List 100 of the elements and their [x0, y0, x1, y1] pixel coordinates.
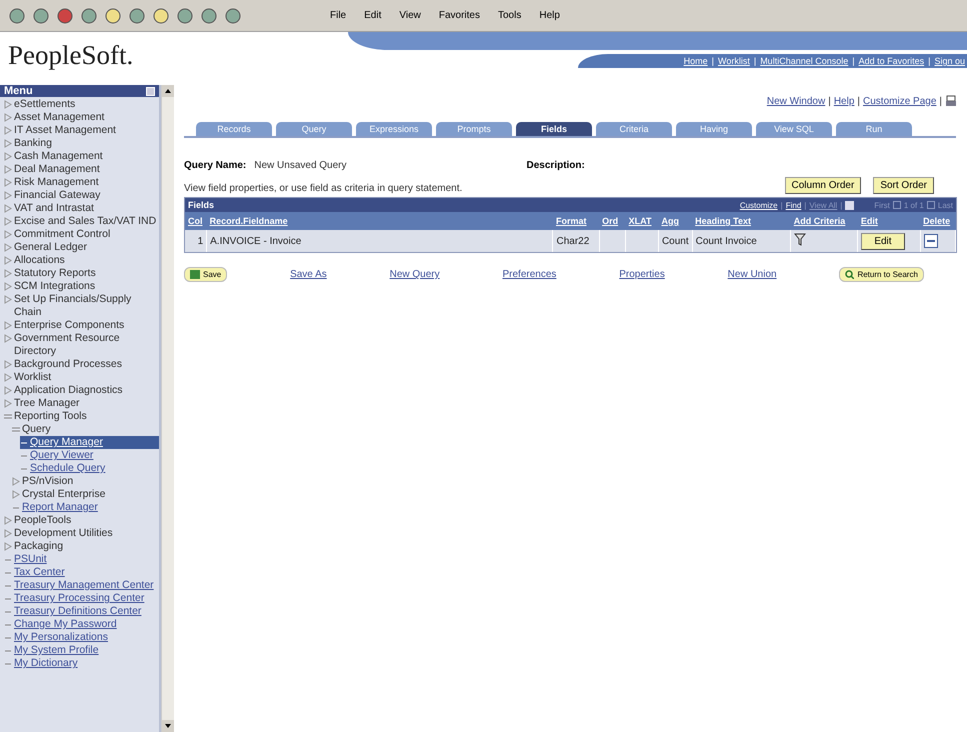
menu-item[interactable]: Enterprise Components [14, 319, 124, 332]
selected-menu-item[interactable]: Query Manager [20, 436, 159, 449]
menu-item[interactable]: Application Diagnostics [14, 384, 123, 397]
column-header[interactable]: Heading Text [692, 212, 791, 230]
page-link[interactable]: New Window [766, 96, 826, 106]
order-button[interactable]: Column Order [784, 177, 862, 194]
menu-item[interactable]: PSUnit [14, 553, 47, 566]
menu-item[interactable]: Risk Management [14, 176, 99, 189]
page-link[interactable]: Help [834, 96, 854, 106]
action-link[interactable]: New Union [728, 269, 777, 280]
header-link[interactable]: Add to Favorites [858, 56, 924, 66]
funnel-icon[interactable] [794, 233, 806, 246]
menu-item[interactable]: Report Manager [22, 501, 98, 514]
triangle-icon[interactable] [12, 425, 20, 434]
table-cell: Char22 [552, 230, 600, 252]
column-header[interactable]: XLAT [626, 212, 658, 230]
menu-item[interactable]: Commitment Control [14, 228, 110, 241]
delete-button[interactable] [924, 234, 938, 248]
order-button[interactable]: Sort Order [873, 177, 934, 194]
menu-item[interactable]: SCM Integrations [14, 280, 96, 293]
table-cell: Count Invoice [692, 230, 791, 252]
menu-item[interactable]: Treasury Processing Center [14, 592, 144, 605]
menu-item[interactable]: Change My Password [14, 618, 117, 631]
menu-item[interactable]: Crystal Enterprise [22, 488, 106, 501]
column-header[interactable]: Format [552, 212, 600, 230]
menu-item[interactable]: Excise and Sales Tax/VAT IND [14, 215, 156, 228]
menu-item[interactable]: Statutory Reports [14, 267, 96, 280]
menu-item[interactable]: PeopleTools [14, 514, 72, 527]
menu-item[interactable]: Development Utilities [14, 527, 113, 540]
header-link[interactable]: MultiChannel Console [760, 56, 848, 66]
column-header[interactable]: Col [185, 212, 207, 230]
menu-item[interactable]: General Ledger [14, 241, 87, 254]
page-link[interactable]: Customize Page [863, 96, 936, 106]
menu-item[interactable]: Tax Center [14, 566, 65, 579]
collapse-icon[interactable] [146, 86, 155, 96]
menu-item[interactable]: Treasury Management Center [14, 579, 154, 592]
column-header[interactable]: Record.Fieldname [206, 212, 553, 230]
menu-item[interactable]: PS/nVision [22, 475, 74, 488]
column-header[interactable]: Ord [599, 212, 626, 230]
grid-link[interactable]: Customize [740, 200, 778, 210]
first-label: First [874, 200, 890, 210]
column-header[interactable]: Delete [920, 212, 956, 230]
separator: | [857, 96, 860, 106]
menu-bar-item[interactable]: Favorites [432, 10, 486, 21]
menu-item[interactable]: Treasury Definitions Center [14, 605, 142, 618]
tab[interactable]: Fields [516, 122, 592, 136]
separator: | [928, 56, 930, 66]
printer-icon[interactable] [945, 95, 957, 107]
scrollbar[interactable] [161, 85, 174, 732]
menu-item[interactable]: My Dictionary [14, 657, 78, 670]
menu-item[interactable]: IT Asset Management [14, 124, 116, 137]
menu-item[interactable]: Packaging [14, 540, 64, 553]
menu-item[interactable]: My Personalizations [14, 631, 108, 644]
menu-bar-item[interactable]: Help [533, 10, 566, 21]
menu-item[interactable]: Government Resource Directory [14, 332, 159, 358]
menu-item[interactable]: Deal Management [14, 163, 100, 176]
menu-item[interactable]: eSettlements [14, 98, 76, 111]
column-header[interactable]: Agg [658, 212, 692, 230]
menu-bar-item[interactable]: Edit [358, 10, 388, 21]
action-link[interactable]: Save As [290, 269, 327, 280]
grid-link[interactable]: Find [786, 200, 802, 210]
action-link[interactable]: Preferences [502, 269, 556, 280]
action-link[interactable]: New Query [390, 269, 440, 280]
column-header[interactable]: Add Criteria [790, 212, 858, 230]
menu-item[interactable]: Financial Gateway [14, 189, 100, 202]
triangle-icon[interactable] [4, 412, 12, 421]
menu-bar-item[interactable]: View [393, 10, 427, 21]
menu-item[interactable]: Allocations [14, 254, 65, 267]
menu-item[interactable]: Worklist [14, 371, 52, 384]
menu-item[interactable]: Asset Management [14, 111, 104, 124]
page-range: 1 of 1 [904, 200, 924, 210]
action-link[interactable]: Properties [619, 269, 665, 280]
menu-item[interactable]: Cash Management [14, 150, 103, 163]
last-label: Last [938, 200, 953, 210]
edit-button[interactable]: Edit [861, 232, 905, 250]
menu-item[interactable]: Query [22, 423, 51, 436]
menu-bar-item[interactable]: Tools [492, 10, 528, 21]
header-link[interactable]: Sign ou [934, 56, 965, 66]
menu-bar-item[interactable]: File [324, 10, 352, 21]
query-name-value: New Unsaved Query [254, 160, 347, 171]
menu-item[interactable]: Set Up Financials/Supply Chain [14, 293, 159, 319]
header-link[interactable]: Worklist [718, 56, 750, 66]
menu-item[interactable]: Banking [14, 137, 52, 150]
return-button[interactable]: Return to Search [839, 267, 924, 282]
scroll-up-icon[interactable] [162, 85, 174, 97]
separator: | [712, 56, 714, 66]
menu-item[interactable]: Query Viewer [30, 449, 94, 462]
menu-item[interactable]: My System Profile [14, 644, 99, 657]
separator: | [780, 200, 783, 210]
grid-title: Fields [188, 200, 214, 210]
separator: | [804, 200, 806, 210]
menu-item[interactable]: Tree Manager [14, 397, 80, 410]
menu-item[interactable]: Schedule Query [30, 462, 106, 475]
menu-item[interactable]: VAT and Intrastat [14, 202, 94, 215]
column-header[interactable]: Edit [858, 212, 920, 230]
header-link[interactable]: Home [684, 56, 708, 66]
menu-item[interactable]: Background Processes [14, 358, 122, 371]
scroll-down-icon[interactable] [162, 720, 174, 732]
menu-item[interactable]: Reporting Tools [14, 410, 87, 423]
save-button[interactable]: Save [184, 267, 228, 282]
